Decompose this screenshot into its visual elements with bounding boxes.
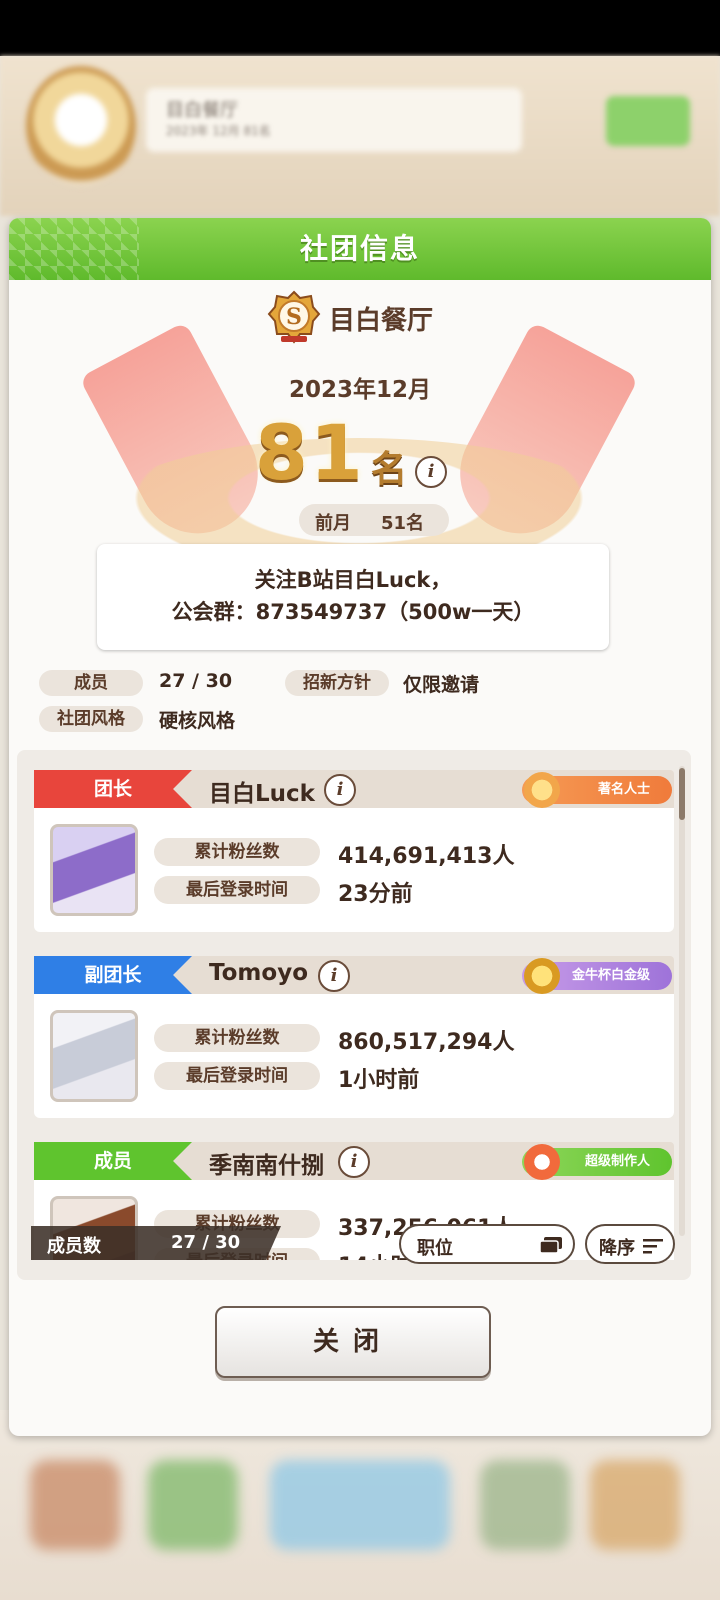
- position-filter-button[interactable]: 职位: [399, 1224, 575, 1264]
- fans-label: 累计粉丝数: [154, 1024, 320, 1052]
- club-style-label: 社团风格: [39, 706, 143, 732]
- members-value: 27 / 30: [159, 670, 233, 692]
- member-avatar: [50, 1010, 138, 1102]
- ranking-month: 2023年12月: [288, 377, 432, 403]
- background-green-button: [606, 96, 690, 146]
- super-producer-title-icon: [524, 1144, 560, 1180]
- famous-person-title-icon: [524, 772, 560, 808]
- club-rank-suffix: 名: [371, 449, 408, 490]
- recruit-policy-value: 仅限邀请: [403, 674, 480, 696]
- previous-month-label: 前月: [315, 513, 351, 534]
- club-name: 目白餐厅: [329, 306, 434, 336]
- member-card[interactable]: 团长 目白Luck i 著名人士 累计粉丝数 414,691,413人 最后登录…: [34, 770, 682, 932]
- previous-month-rank: 51名: [381, 513, 425, 534]
- sort-order-label: 降序: [599, 1238, 635, 1259]
- position-filter-label: 职位: [417, 1238, 453, 1259]
- member-role-tag: 团长: [34, 770, 192, 808]
- member-name-text: 目白Luck: [209, 781, 315, 807]
- last-login-label: 最后登录时间: [154, 876, 320, 904]
- member-count-bar: 成员数 27 / 30: [31, 1226, 281, 1260]
- background-nav-icon: [590, 1460, 680, 1550]
- member-info-icon[interactable]: i: [324, 774, 356, 806]
- background-nav-icon: [30, 1460, 120, 1550]
- member-role-tag: 副团长: [34, 956, 192, 994]
- member-info-icon[interactable]: i: [318, 960, 350, 992]
- background-nav-icon: [148, 1460, 238, 1550]
- dialog-title: 社团信息: [299, 232, 420, 265]
- last-login-value: 23分前: [338, 882, 413, 907]
- dialog-header: 社团信息: [9, 218, 711, 280]
- club-name-row: S 目白餐厅: [9, 290, 711, 346]
- background-club-sub: 2023年 12月 81名: [166, 124, 271, 138]
- member-avatar: [50, 824, 138, 916]
- club-motto-line1: 关注B站目白Luck，: [254, 568, 452, 592]
- close-button[interactable]: 关闭: [215, 1306, 491, 1378]
- fans-value: 860,517,294人: [338, 1030, 515, 1055]
- member-name-text: Tomoyo: [209, 960, 308, 986]
- member-info-icon[interactable]: i: [338, 1146, 370, 1178]
- member-role-tag: 成员: [34, 1142, 192, 1180]
- member-name-text: 季南南什捌: [209, 1153, 324, 1179]
- background-nav-icon: [270, 1460, 450, 1550]
- close-button-label: 关闭: [312, 1327, 393, 1357]
- fans-label: 累计粉丝数: [154, 838, 320, 866]
- status-bar: [0, 0, 720, 56]
- sort-order-button[interactable]: 降序: [585, 1224, 675, 1264]
- member-count-label: 成员数: [47, 1236, 101, 1257]
- member-name: 季南南什捌: [209, 1146, 324, 1180]
- club-motto-box: 关注B站目白Luck， 公会群：873549737（500w一天）: [97, 544, 609, 650]
- background-club-name: 目白餐厅: [166, 100, 238, 121]
- members-label: 成员: [39, 670, 143, 696]
- member-name: 目白Luck: [209, 774, 315, 808]
- sort-descending-icon: [643, 1239, 663, 1254]
- club-style-value: 硬核风格: [159, 710, 236, 732]
- background-club-crest: [26, 66, 136, 186]
- background-nav-icon: [480, 1460, 570, 1550]
- recruit-policy-label: 招新方针: [285, 670, 389, 696]
- club-motto-line2: 公会群：873549737（500w一天）: [171, 600, 535, 624]
- member-name: Tomoyo: [209, 960, 308, 986]
- rank-info-icon[interactable]: i: [415, 456, 447, 488]
- golden-cup-title-icon: [524, 958, 560, 994]
- fans-value: 414,691,413人: [338, 844, 515, 869]
- member-card[interactable]: 副团长 Tomoyo i 金牛杯白金级 累计粉丝数 860,517,294人 最…: [34, 956, 682, 1118]
- member-count-value: 27 / 30: [171, 1232, 241, 1253]
- svg-text:S: S: [286, 304, 302, 330]
- filter-card-icon: [539, 1237, 562, 1254]
- club-info-dialog: 社团信息 S 目白餐厅 2023年12月 81 名 i 前月 51名 关注B站目…: [9, 218, 711, 1436]
- last-login-label: 最后登录时间: [154, 1062, 320, 1090]
- s-rank-badge-icon: S: [267, 290, 321, 344]
- club-rank-number: 81: [255, 408, 365, 497]
- last-login-value: 1小时前: [338, 1068, 420, 1093]
